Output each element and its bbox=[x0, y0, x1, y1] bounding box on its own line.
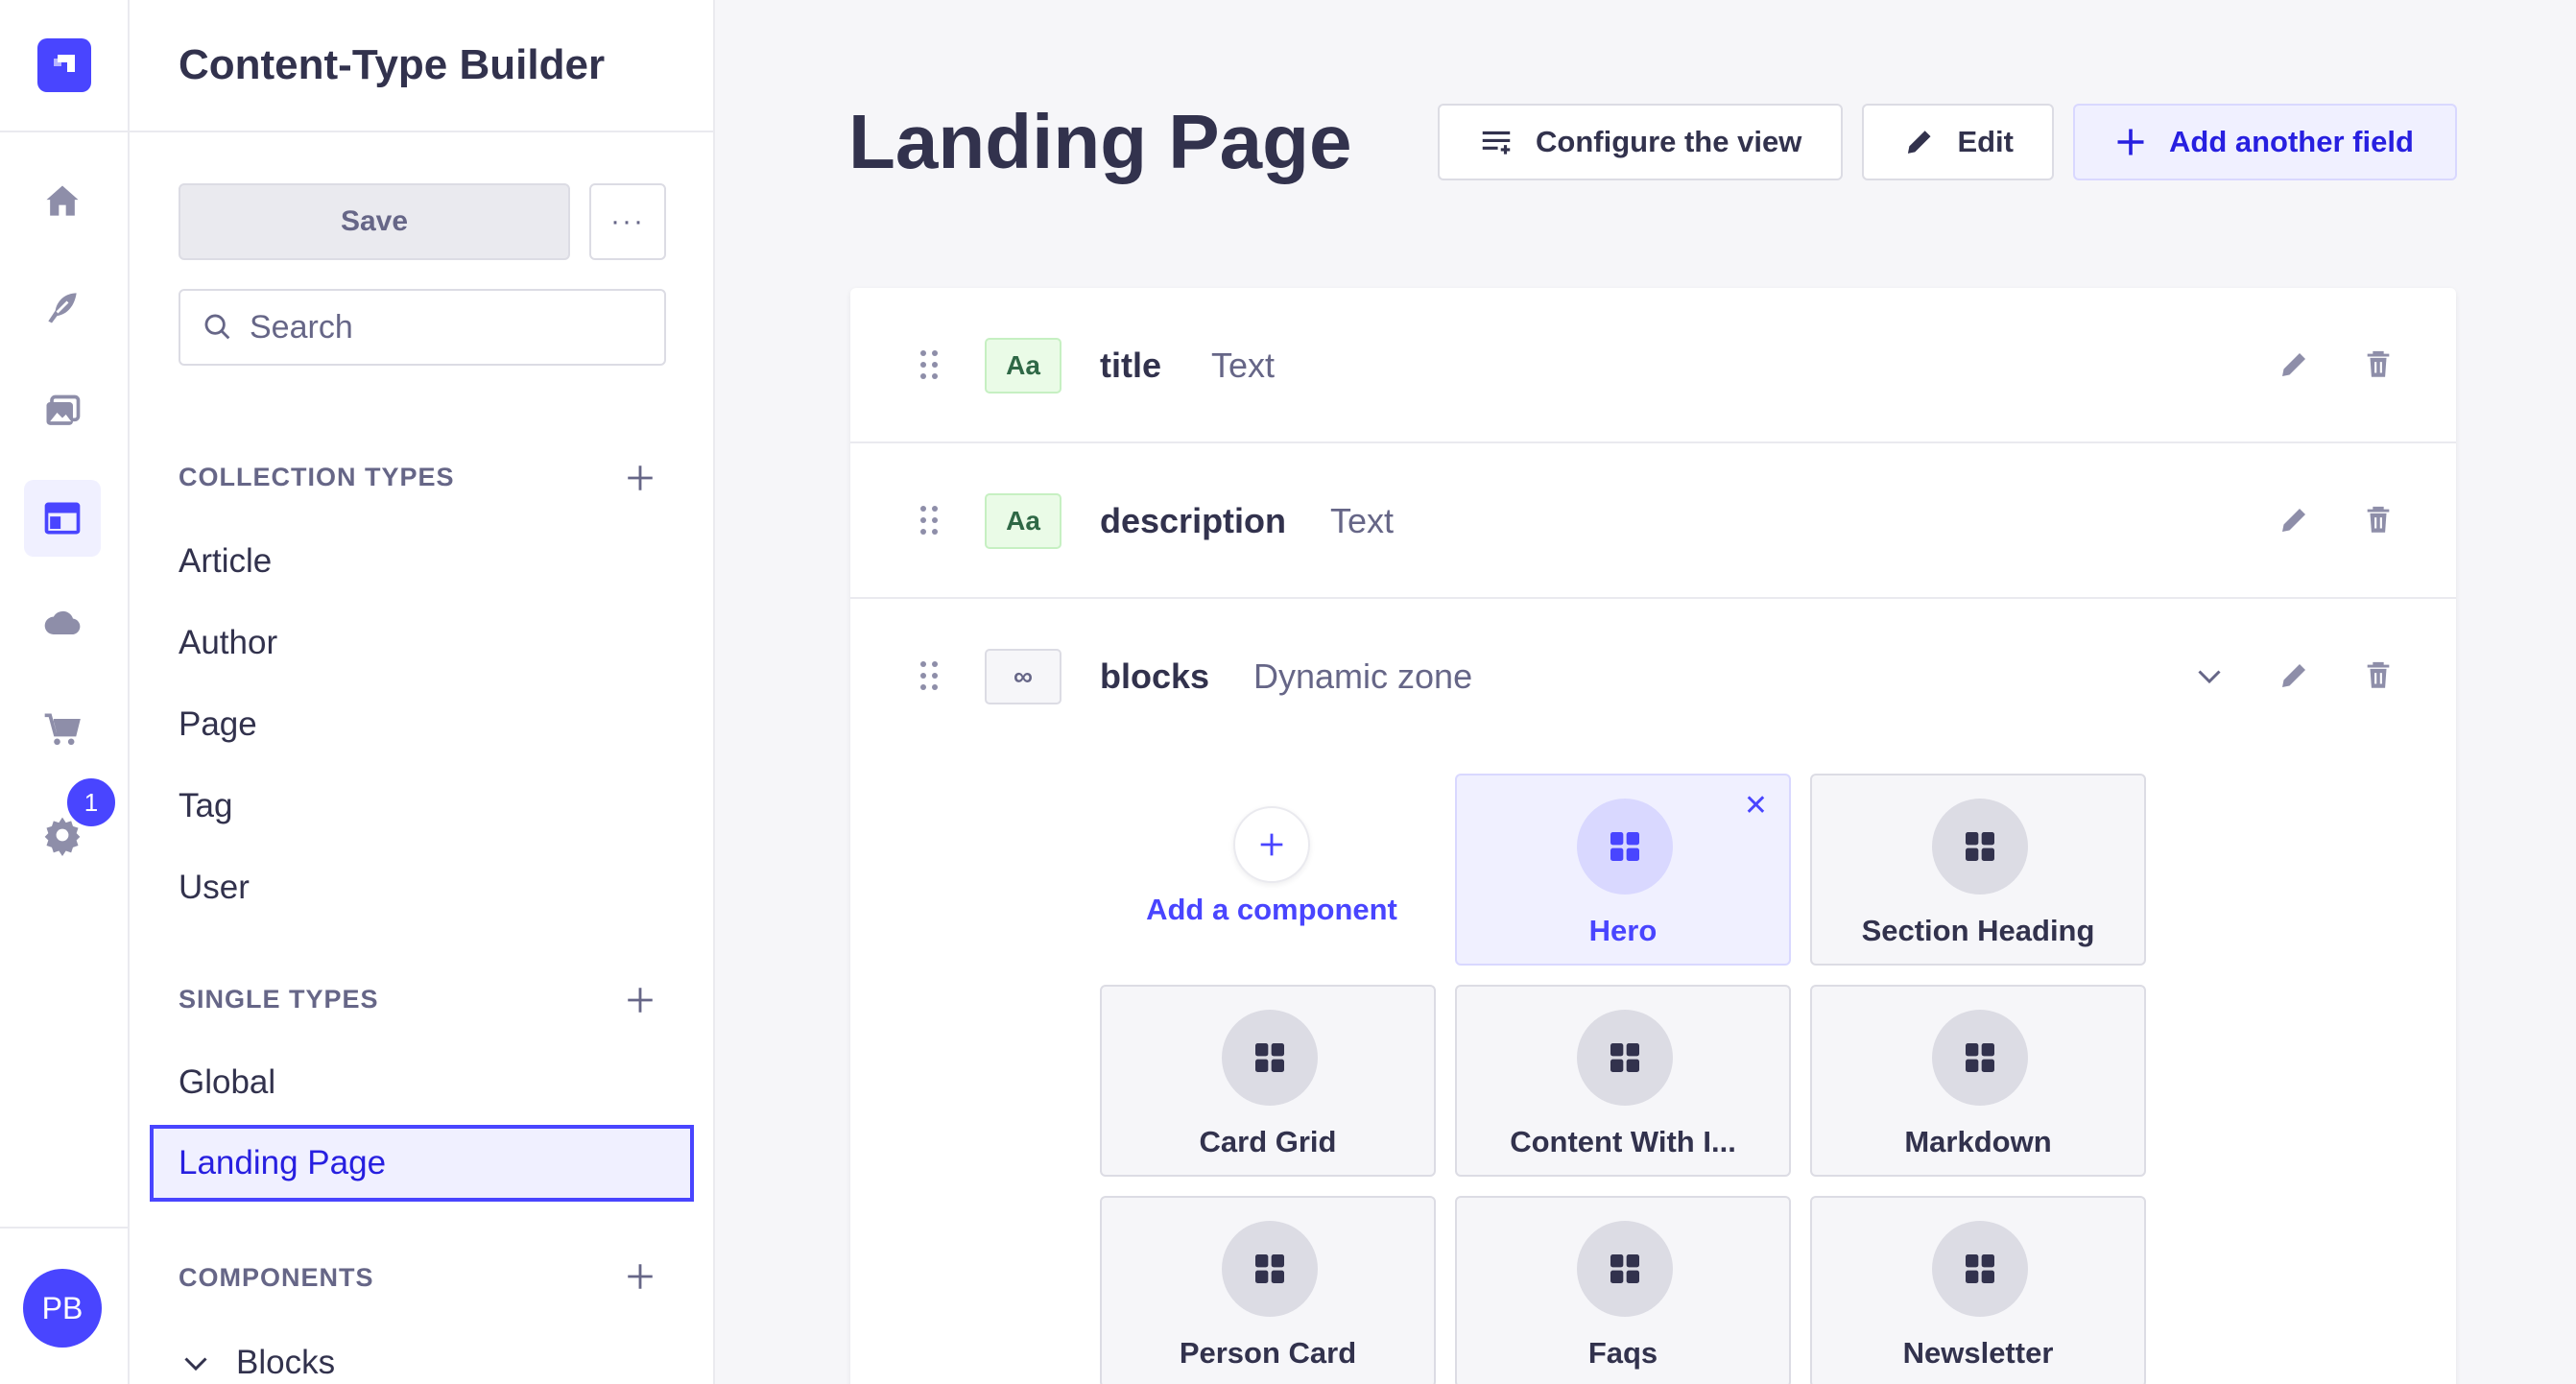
sidebar-item-landing-page[interactable]: Landing Page bbox=[150, 1125, 694, 1202]
component-card-grid[interactable]: Card Grid bbox=[1100, 985, 1436, 1177]
subnav-header: Content-Type Builder bbox=[130, 0, 713, 132]
component-label: Person Card bbox=[1179, 1336, 1357, 1370]
delete-field-trash-icon[interactable] bbox=[2359, 656, 2397, 695]
delete-field-trash-icon[interactable] bbox=[2359, 501, 2397, 539]
field-name: blocks bbox=[1100, 656, 1210, 696]
field-type: Text bbox=[1211, 346, 1276, 385]
component-grid-icon bbox=[1577, 1221, 1673, 1317]
field-row-title: Aa title Text bbox=[850, 288, 2456, 443]
component-grid-icon bbox=[1932, 799, 2028, 895]
field-name: description bbox=[1100, 501, 1287, 540]
close-icon[interactable]: ✕ bbox=[1744, 789, 1768, 823]
search-input[interactable] bbox=[250, 308, 614, 346]
component-grid-icon bbox=[1222, 1221, 1318, 1317]
feather-icon[interactable] bbox=[24, 269, 101, 346]
component-grid-icon bbox=[1932, 1010, 2028, 1106]
component-grid-icon bbox=[1932, 1221, 2028, 1317]
component-hero[interactable]: ✕ Hero bbox=[1455, 774, 1791, 966]
images-icon[interactable] bbox=[24, 374, 101, 451]
configure-view-button[interactable]: Configure the view bbox=[1438, 104, 1843, 180]
cart-icon[interactable] bbox=[24, 691, 101, 768]
drag-handle-icon[interactable] bbox=[918, 503, 941, 537]
single-types-heading: SINGLE TYPES bbox=[179, 985, 379, 1014]
field-type: Text bbox=[1330, 501, 1395, 540]
text-type-icon: Aa bbox=[985, 338, 1061, 394]
text-type-icon: Aa bbox=[985, 493, 1061, 549]
logo-area bbox=[0, 0, 128, 132]
add-another-field-button[interactable]: Add another field bbox=[2073, 104, 2457, 180]
component-label: Faqs bbox=[1587, 1336, 1658, 1370]
component-label: Section Heading bbox=[1861, 914, 2095, 947]
sidebar-item-tag[interactable]: Tag bbox=[179, 787, 232, 825]
component-markdown[interactable]: Markdown bbox=[1810, 985, 2146, 1177]
edit-field-pencil-icon[interactable] bbox=[2275, 656, 2313, 695]
collection-types-heading: COLLECTION TYPES bbox=[179, 463, 455, 491]
components-heading: COMPONENTS bbox=[179, 1263, 374, 1292]
edit-label: Edit bbox=[1957, 125, 2014, 158]
edit-field-pencil-icon[interactable] bbox=[2275, 346, 2313, 384]
add-component-button[interactable]: Add a component bbox=[1104, 777, 1440, 969]
component-label: Hero bbox=[1588, 914, 1658, 947]
sidebar-item-author[interactable]: Author bbox=[179, 624, 277, 662]
add-component-category-icon[interactable] bbox=[619, 1255, 661, 1298]
sidebar-item-article[interactable]: Article bbox=[179, 542, 272, 581]
component-grid-icon bbox=[1577, 1010, 1673, 1106]
edit-button[interactable]: Edit bbox=[1862, 104, 2054, 180]
field-name: title bbox=[1100, 346, 1162, 385]
component-label: Markdown bbox=[1904, 1125, 2052, 1158]
sidebar-item-page[interactable]: Page bbox=[179, 705, 257, 744]
delete-field-trash-icon[interactable] bbox=[2359, 346, 2397, 384]
edit-field-pencil-icon[interactable] bbox=[2275, 501, 2313, 539]
more-icon: ··· bbox=[610, 205, 645, 237]
field-type: Dynamic zone bbox=[1253, 656, 1473, 696]
drag-handle-icon[interactable] bbox=[918, 347, 941, 382]
component-group-blocks[interactable]: Blocks bbox=[179, 1344, 335, 1382]
add-single-type-icon[interactable] bbox=[619, 979, 661, 1021]
component-content-with-image[interactable]: Content With I... bbox=[1455, 985, 1791, 1177]
search-field[interactable] bbox=[179, 289, 666, 366]
component-group-label: Blocks bbox=[236, 1344, 336, 1381]
notification-badge: 1 bbox=[64, 776, 118, 829]
strapi-logo-icon[interactable] bbox=[36, 38, 91, 92]
component-grid-icon bbox=[1222, 1010, 1318, 1106]
component-label: Newsletter bbox=[1902, 1336, 2054, 1370]
drag-handle-icon[interactable] bbox=[918, 658, 941, 693]
add-collection-type-icon[interactable] bbox=[619, 457, 661, 499]
plus-icon bbox=[1233, 806, 1310, 883]
chevron-down-icon[interactable] bbox=[2190, 656, 2229, 695]
search-icon bbox=[204, 314, 230, 340]
home-icon[interactable] bbox=[24, 163, 101, 240]
sidebar-item-global[interactable]: Global bbox=[179, 1063, 275, 1102]
pencil-icon bbox=[1907, 131, 1931, 154]
add-another-field-label: Add another field bbox=[2169, 125, 2414, 158]
field-row-description: Aa description Text bbox=[850, 443, 2456, 599]
component-label: Content With I... bbox=[1510, 1125, 1736, 1158]
layout-icon[interactable] bbox=[24, 480, 101, 557]
component-label: Card Grid bbox=[1199, 1125, 1337, 1158]
list-settings-icon bbox=[1482, 131, 1511, 155]
cloud-icon[interactable] bbox=[24, 585, 101, 662]
plus-icon bbox=[2117, 129, 2144, 155]
chevron-down-icon bbox=[184, 1357, 207, 1372]
add-component-label: Add a component bbox=[1146, 893, 1397, 926]
sidebar-item-user[interactable]: User bbox=[179, 869, 250, 907]
component-faqs[interactable]: Faqs bbox=[1455, 1196, 1791, 1384]
dynamic-zone-type-icon: ∞ bbox=[985, 649, 1061, 704]
page-title: Landing Page bbox=[848, 99, 1352, 184]
configure-view-label: Configure the view bbox=[1536, 125, 1802, 158]
field-row-blocks: ∞ blocks Dynamic zone bbox=[850, 599, 2456, 752]
more-actions-button[interactable]: ··· bbox=[589, 183, 666, 260]
component-section-heading[interactable]: Section Heading bbox=[1810, 774, 2146, 966]
component-person-card[interactable]: Person Card bbox=[1100, 1196, 1436, 1384]
main-nav-rail: 1 PB bbox=[0, 0, 130, 1384]
save-button[interactable]: Save bbox=[179, 183, 570, 260]
avatar[interactable]: PB bbox=[23, 1269, 102, 1348]
subnav-title: Content-Type Builder bbox=[179, 41, 606, 88]
component-grid-icon bbox=[1577, 799, 1673, 895]
component-newsletter[interactable]: Newsletter bbox=[1810, 1196, 2146, 1384]
